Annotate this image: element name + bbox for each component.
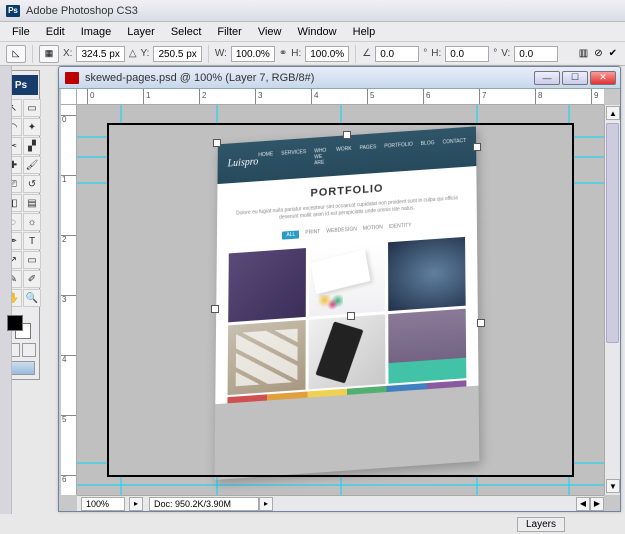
- link-icon[interactable]: ⚭: [279, 48, 287, 59]
- y-value-input[interactable]: 250.5 px: [153, 46, 201, 62]
- vertical-ruler[interactable]: 0 1 2 3 4 5 6: [61, 105, 77, 495]
- menu-window[interactable]: Window: [290, 24, 345, 40]
- triangle-icon: △: [129, 48, 137, 59]
- scroll-up-icon[interactable]: ▲: [606, 106, 620, 120]
- menu-image[interactable]: Image: [73, 24, 120, 40]
- w-value-input[interactable]: 100.0%: [231, 46, 275, 62]
- status-scroll-bar: 100% ▸ Doc: 950.2K/3.90M ▸ ◀ ▶: [77, 495, 604, 511]
- menu-filter[interactable]: Filter: [209, 24, 249, 40]
- warp-icon[interactable]: ▥: [579, 48, 588, 59]
- document-titlebar[interactable]: skewed-pages.psd @ 100% (Layer 7, RGB/8#…: [59, 67, 620, 89]
- w-label: W:: [215, 48, 227, 59]
- ruler-origin[interactable]: [61, 89, 77, 105]
- vskew-label: V:: [501, 48, 510, 59]
- menu-edit[interactable]: Edit: [38, 24, 73, 40]
- mockup-logo: Luispro: [228, 156, 259, 169]
- canvas[interactable]: Luispro HOMESERVICESWHO WE AREWORKPAGESP…: [77, 105, 604, 495]
- horizontal-ruler[interactable]: 0 1 2 3 4 5 6 7 8 9: [77, 89, 604, 105]
- h-label: H:: [291, 48, 301, 59]
- reference-point-icon[interactable]: ▦: [39, 45, 59, 63]
- scroll-down-icon[interactable]: ▼: [606, 479, 620, 493]
- menu-bar: File Edit Image Layer Select Filter View…: [0, 22, 625, 42]
- transform-handle[interactable]: [211, 305, 219, 313]
- x-label: X:: [63, 48, 72, 59]
- transform-tool-icon[interactable]: ◺: [6, 45, 26, 63]
- transform-handle[interactable]: [477, 319, 485, 327]
- vskew-value-input[interactable]: 0.0: [514, 46, 558, 62]
- hskew-label: H:: [431, 48, 441, 59]
- transform-handle[interactable]: [473, 143, 481, 151]
- mockup-nav: HOMESERVICESWHO WE AREWORKPAGESPORTFOLIO…: [258, 138, 466, 170]
- transform-handle[interactable]: [347, 312, 355, 320]
- layers-panel-tab[interactable]: Layers: [517, 517, 565, 532]
- dock-strip: [0, 66, 12, 514]
- document-window: skewed-pages.psd @ 100% (Layer 7, RGB/8#…: [58, 66, 621, 512]
- hskew-unit: °: [493, 48, 497, 59]
- angle-label: ∠: [362, 48, 371, 59]
- scroll-right-icon[interactable]: ▶: [590, 497, 604, 511]
- app-title: Adobe Photoshop CS3: [26, 5, 138, 17]
- zoom-level-input[interactable]: 100%: [81, 497, 125, 511]
- menu-view[interactable]: View: [250, 24, 290, 40]
- transform-handle[interactable]: [213, 139, 221, 147]
- menu-help[interactable]: Help: [345, 24, 384, 40]
- foreground-color[interactable]: [7, 315, 23, 331]
- maximize-button[interactable]: ☐: [562, 71, 588, 85]
- y-label: Y:: [141, 48, 150, 59]
- angle-unit: °: [423, 48, 427, 59]
- app-titlebar: Ps Adobe Photoshop CS3: [0, 0, 625, 22]
- scroll-left-icon[interactable]: ◀: [576, 497, 590, 511]
- close-button[interactable]: ✕: [590, 71, 616, 85]
- cancel-transform-icon[interactable]: ⊘: [594, 48, 602, 59]
- commit-transform-icon[interactable]: ✔: [609, 48, 617, 59]
- minimize-button[interactable]: —: [534, 71, 560, 85]
- hskew-value-input[interactable]: 0.0: [445, 46, 489, 62]
- status-menu-icon[interactable]: ▸: [259, 497, 273, 511]
- mockup-layer[interactable]: Luispro HOMESERVICESWHO WE AREWORKPAGESP…: [215, 126, 480, 480]
- document-icon: [65, 72, 79, 84]
- transform-handle[interactable]: [343, 131, 351, 139]
- options-bar: ◺ ▦ X: 324.5 px △ Y: 250.5 px W: 100.0% …: [0, 42, 625, 66]
- zoom-menu-icon[interactable]: ▸: [129, 497, 143, 511]
- menu-layer[interactable]: Layer: [119, 24, 163, 40]
- scroll-thumb[interactable]: [606, 123, 619, 343]
- h-value-input[interactable]: 100.0%: [305, 46, 349, 62]
- x-value-input[interactable]: 324.5 px: [76, 46, 124, 62]
- menu-file[interactable]: File: [4, 24, 38, 40]
- vertical-scrollbar[interactable]: ▲ ▼: [604, 105, 620, 495]
- doc-size-display[interactable]: Doc: 950.2K/3.90M: [149, 497, 259, 511]
- photoshop-app-icon: Ps: [6, 5, 20, 17]
- angle-value-input[interactable]: 0.0: [375, 46, 419, 62]
- menu-select[interactable]: Select: [163, 24, 210, 40]
- document-title: skewed-pages.psd @ 100% (Layer 7, RGB/8#…: [85, 72, 534, 84]
